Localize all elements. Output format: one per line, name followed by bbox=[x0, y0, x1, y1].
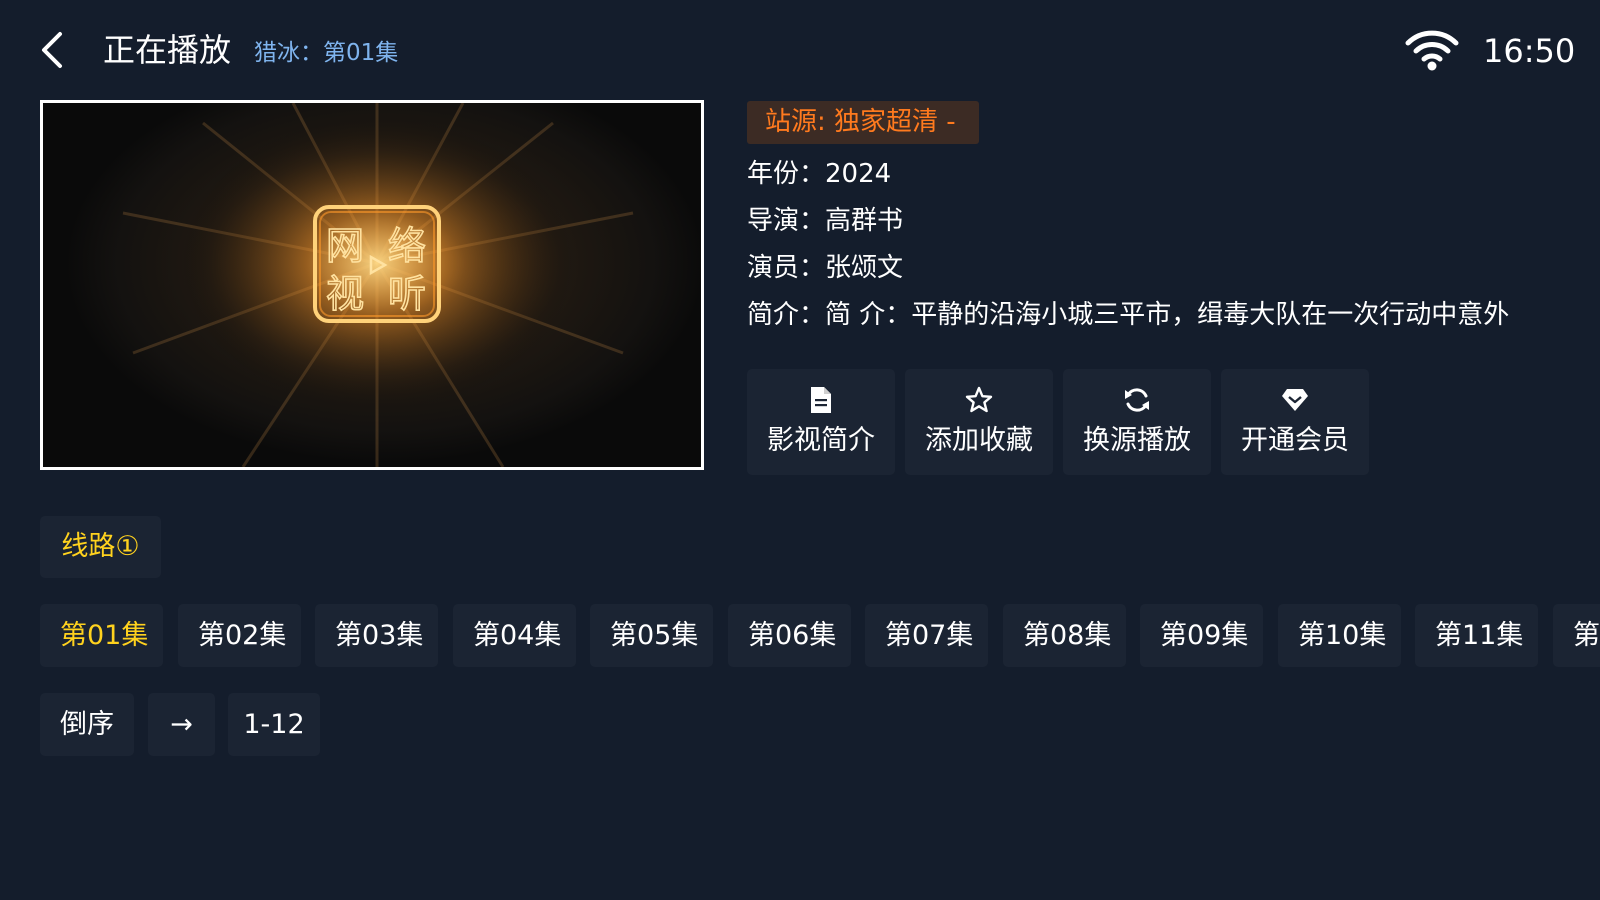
year-label: 年份： bbox=[747, 159, 826, 189]
star-icon bbox=[962, 383, 996, 417]
episode-item[interactable]: 第06集 bbox=[728, 604, 851, 667]
switch-source-button-label: 换源播放 bbox=[1083, 425, 1191, 456]
episode-item[interactable]: 第02集 bbox=[178, 604, 301, 667]
actor-label: 演员： bbox=[747, 253, 826, 283]
episode-item[interactable]: 第10集 bbox=[1278, 604, 1401, 667]
network-av-logo: 网 络 视 听 bbox=[313, 205, 441, 323]
vip-button-label: 开通会员 bbox=[1241, 425, 1349, 456]
route-selector[interactable]: 线路① bbox=[40, 516, 161, 578]
logo-char-2: 络 bbox=[388, 224, 426, 268]
synopsis-line: 简介：简 介：平静的沿海小城三平市，缉毒大队在一次行动中意外 bbox=[747, 297, 1547, 333]
wifi-icon bbox=[1405, 30, 1459, 71]
back-button[interactable] bbox=[32, 26, 72, 74]
synopsis-value: 简 介：平静的沿海小城三平市，缉毒大队在一次行动中意外 bbox=[825, 300, 1510, 330]
episode-item[interactable]: 第03集 bbox=[315, 604, 438, 667]
reverse-order-button[interactable]: 倒序 bbox=[40, 693, 134, 756]
source-badge[interactable]: 站源: 独家超清 - bbox=[747, 101, 979, 144]
episode-list: 第01集 第02集 第03集 第04集 第05集 第06集 第07集 第08集 … bbox=[40, 604, 1600, 668]
arrow-right-icon[interactable]: → bbox=[148, 693, 215, 756]
favorite-button[interactable]: 添加收藏 bbox=[905, 369, 1053, 475]
document-icon bbox=[804, 383, 838, 417]
diamond-icon bbox=[1278, 383, 1312, 417]
director-line: 导演：高群书 bbox=[747, 203, 903, 239]
intro-button-label: 影视简介 bbox=[767, 425, 875, 456]
actor-value: 张颂文 bbox=[825, 253, 904, 283]
page-title: 正在播放 bbox=[103, 31, 232, 69]
director-label: 导演： bbox=[747, 206, 826, 236]
clock: 16:50 bbox=[1483, 32, 1576, 70]
episode-item[interactable]: 第04集 bbox=[453, 604, 576, 667]
year-line: 年份：2024 bbox=[747, 156, 891, 192]
episode-item[interactable]: 第01集 bbox=[40, 604, 163, 667]
episode-item[interactable]: 第09集 bbox=[1140, 604, 1263, 667]
episode-range-button[interactable]: 1-12 bbox=[228, 693, 320, 756]
episode-item[interactable]: 第07集 bbox=[865, 604, 988, 667]
intro-button[interactable]: 影视简介 bbox=[747, 369, 895, 475]
vip-button[interactable]: 开通会员 bbox=[1221, 369, 1369, 475]
favorite-button-label: 添加收藏 bbox=[925, 425, 1033, 456]
episode-item[interactable]: 第05集 bbox=[590, 604, 713, 667]
logo-char-1: 网 bbox=[326, 224, 364, 268]
playback-page: 正在播放 猎冰：第01集 16:50 网 络 视 听 站源: 独家超清 - 年份… bbox=[0, 0, 1600, 900]
now-playing-episode: 猎冰：第01集 bbox=[254, 40, 399, 66]
episode-item[interactable]: 第11集 bbox=[1415, 604, 1538, 667]
logo-char-3: 视 bbox=[326, 272, 364, 316]
chevron-left-icon bbox=[42, 32, 62, 68]
refresh-icon bbox=[1120, 383, 1154, 417]
logo-char-4: 听 bbox=[388, 272, 426, 316]
episode-item[interactable]: 第08集 bbox=[1003, 604, 1126, 667]
year-value: 2024 bbox=[825, 159, 892, 189]
video-player[interactable]: 网 络 视 听 bbox=[40, 100, 704, 470]
director-value: 高群书 bbox=[825, 206, 904, 236]
switch-source-button[interactable]: 换源播放 bbox=[1063, 369, 1211, 475]
synopsis-label: 简介： bbox=[747, 300, 826, 330]
actor-line: 演员：张颂文 bbox=[747, 250, 903, 286]
episode-item[interactable]: 第12集 bbox=[1553, 604, 1600, 667]
